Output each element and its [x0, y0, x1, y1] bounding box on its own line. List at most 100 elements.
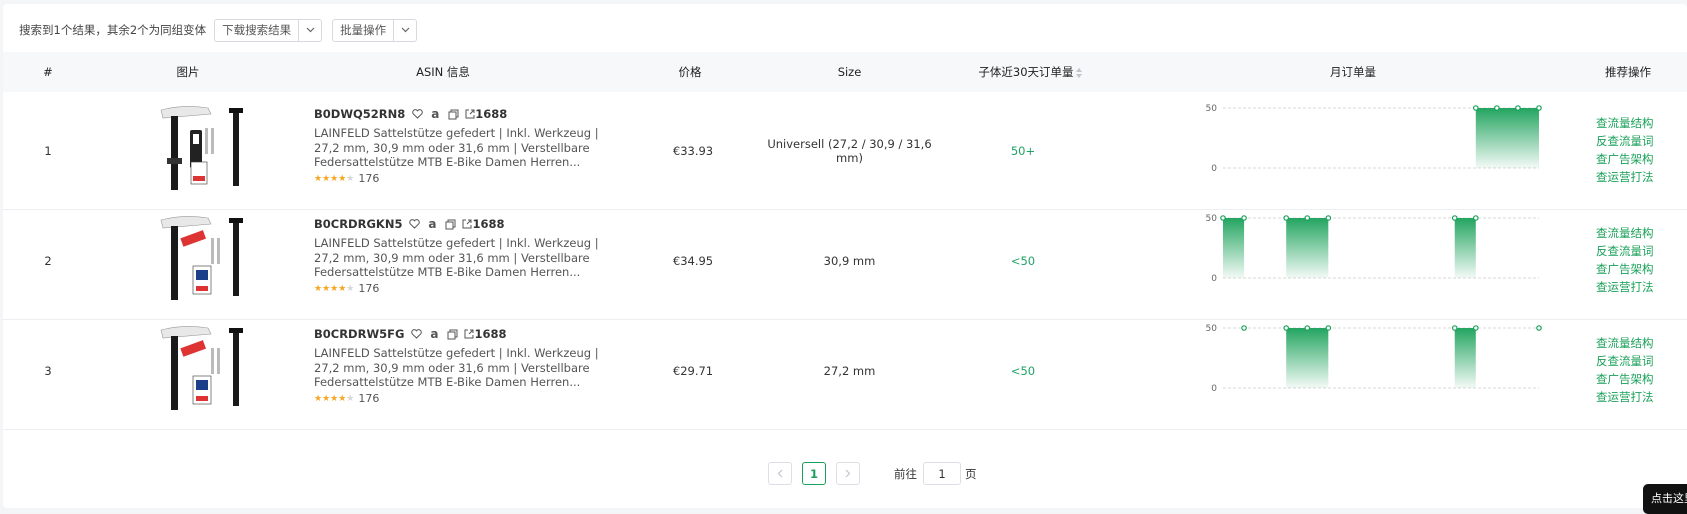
- amazon-icon[interactable]: a: [426, 217, 438, 231]
- goto-page-input[interactable]: [923, 462, 961, 485]
- floating-help-tag[interactable]: 点击这里: [1643, 484, 1687, 514]
- action-ad-structure[interactable]: 查广告架构: [1596, 150, 1676, 168]
- amazon-icon[interactable]: a: [429, 107, 441, 121]
- chevron-down-icon[interactable]: [299, 20, 321, 41]
- external-link-icon: [465, 109, 475, 119]
- rating: ★★★★★ 176: [314, 282, 614, 295]
- recommended-actions: 查流量结构 反查流量词 查广告架构 查运营打法: [1596, 114, 1676, 186]
- rating: ★★★★★ 176: [314, 172, 614, 185]
- chevron-left-icon: [777, 469, 783, 478]
- product-title[interactable]: LAINFELD Sattelstütze gefedert | Inkl. W…: [314, 126, 614, 170]
- orders-30d: <50: [1010, 254, 1036, 268]
- asin-code[interactable]: B0CRDRGKN5: [314, 217, 402, 231]
- size: Universell (27,2 / 30,9 / 31,6 mm): [767, 137, 932, 165]
- action-ad-structure[interactable]: 查广告架构: [1596, 260, 1676, 278]
- product-title[interactable]: LAINFELD Sattelstütze gefedert | Inkl. W…: [314, 236, 614, 280]
- col-orders30-header[interactable]: 子体近30天订单量: [958, 52, 1103, 92]
- product-image[interactable]: [153, 102, 253, 198]
- link-1688-label[interactable]: 1688: [474, 327, 506, 341]
- chart-point: [1220, 215, 1226, 221]
- external-link-icon: [464, 329, 474, 339]
- asin-info: B0CRDRW5FG a 1688 LAINFELD Sattelstütze …: [314, 326, 614, 405]
- asin-info: B0DWQ52RN8 a 1688 LAINFELD Sattelstütze …: [314, 106, 614, 185]
- action-reverse-keywords[interactable]: 反查流量词: [1596, 132, 1676, 150]
- external-link-icon: [462, 219, 472, 229]
- orders-30d: 50+: [1010, 144, 1036, 158]
- external-link-1688[interactable]: 1688: [462, 217, 504, 231]
- batch-operations-button[interactable]: 批量操作: [333, 19, 395, 41]
- chart-point: [1472, 215, 1479, 221]
- link-1688-label[interactable]: 1688: [472, 217, 504, 231]
- download-results-dropdown[interactable]: 下载搜索结果: [214, 18, 323, 42]
- external-link-1688[interactable]: 1688: [465, 107, 507, 121]
- asin-code[interactable]: B0CRDRW5FG: [314, 327, 404, 341]
- col-price-header: 价格: [678, 65, 702, 79]
- price: €29.71: [672, 364, 714, 378]
- action-operations[interactable]: 查运营打法: [1596, 388, 1676, 406]
- size: 27,2 mm: [823, 364, 876, 378]
- action-reverse-keywords[interactable]: 反查流量词: [1596, 352, 1676, 370]
- chart-point: [1304, 215, 1311, 221]
- link-1688-label[interactable]: 1688: [475, 107, 507, 121]
- action-operations[interactable]: 查运营打法: [1596, 278, 1676, 296]
- price: €33.93: [672, 144, 714, 158]
- col-size-header: Size: [837, 65, 862, 79]
- recommended-actions: 查流量结构 反查流量词 查广告架构 查运营打法: [1596, 334, 1676, 406]
- product-image[interactable]: [153, 212, 253, 308]
- row-index: 1: [44, 144, 52, 158]
- chart-point: [1283, 215, 1290, 221]
- col-image-header: 图片: [176, 65, 200, 79]
- copy-icon[interactable]: [446, 328, 458, 340]
- chart-point: [1325, 325, 1332, 331]
- axis-tick-label: 50: [1206, 214, 1218, 224]
- prev-page-button[interactable]: [768, 462, 792, 485]
- row-index: 3: [44, 364, 52, 378]
- next-page-button[interactable]: [836, 462, 860, 485]
- copy-icon[interactable]: [444, 218, 456, 230]
- action-traffic-structure[interactable]: 查流量结构: [1596, 114, 1676, 132]
- chart-point: [1494, 105, 1500, 111]
- chart-point: [1472, 325, 1479, 331]
- axis-tick-label: 0: [1211, 164, 1217, 174]
- chart-point: [1536, 105, 1542, 111]
- asin-code[interactable]: B0DWQ52RN8: [314, 107, 405, 121]
- size: 30,9 mm: [823, 254, 876, 268]
- chart-area-segment: [1286, 328, 1329, 388]
- action-traffic-structure[interactable]: 查流量结构: [1596, 334, 1676, 352]
- chevron-right-icon: [845, 469, 851, 478]
- batch-operations-dropdown[interactable]: 批量操作: [332, 18, 418, 42]
- rating-count: 176: [358, 172, 380, 185]
- monthly-orders-chart[interactable]: 50 0: [1183, 312, 1543, 430]
- chart-point: [1451, 325, 1458, 331]
- monthly-orders-chart[interactable]: 50 0: [1183, 92, 1543, 210]
- heart-icon[interactable]: [410, 328, 422, 340]
- external-link-1688[interactable]: 1688: [464, 327, 506, 341]
- download-results-button[interactable]: 下载搜索结果: [215, 19, 300, 41]
- action-ad-structure[interactable]: 查广告架构: [1596, 370, 1676, 388]
- col-index-header: #: [43, 65, 53, 79]
- toolbar: 搜索到1个结果，其余2个为同组变体 下载搜索结果 批量操作: [19, 18, 427, 42]
- action-reverse-keywords[interactable]: 反查流量词: [1596, 242, 1676, 260]
- page-suffix: 页: [965, 466, 977, 481]
- action-traffic-structure[interactable]: 查流量结构: [1596, 224, 1676, 242]
- heart-icon[interactable]: [411, 108, 423, 120]
- star-rating-icon: ★★★★★: [314, 283, 355, 294]
- axis-tick-label: 0: [1211, 274, 1217, 284]
- action-operations[interactable]: 查运营打法: [1596, 168, 1676, 186]
- table-row: 3 B0CRDRW5FG a 1688 LAINFELD Sattelstütz…: [3, 312, 1687, 430]
- recommended-actions: 查流量结构 反查流量词 查广告架构 查运营打法: [1596, 224, 1676, 296]
- page-number-current[interactable]: 1: [802, 462, 826, 485]
- chevron-down-icon[interactable]: [394, 20, 416, 41]
- heart-icon[interactable]: [408, 218, 420, 230]
- product-image[interactable]: [153, 322, 253, 418]
- sort-icon[interactable]: [1075, 67, 1083, 78]
- amazon-icon[interactable]: a: [428, 327, 440, 341]
- monthly-orders-chart[interactable]: 50 0: [1183, 202, 1543, 320]
- copy-icon[interactable]: [447, 108, 459, 120]
- product-title[interactable]: LAINFELD Sattelstütze gefedert | Inkl. W…: [314, 346, 614, 390]
- chart-point: [1451, 215, 1458, 221]
- row-index: 2: [44, 254, 52, 268]
- chart-point: [1515, 105, 1521, 111]
- chart-point: [1241, 325, 1247, 331]
- rating-count: 176: [358, 282, 380, 295]
